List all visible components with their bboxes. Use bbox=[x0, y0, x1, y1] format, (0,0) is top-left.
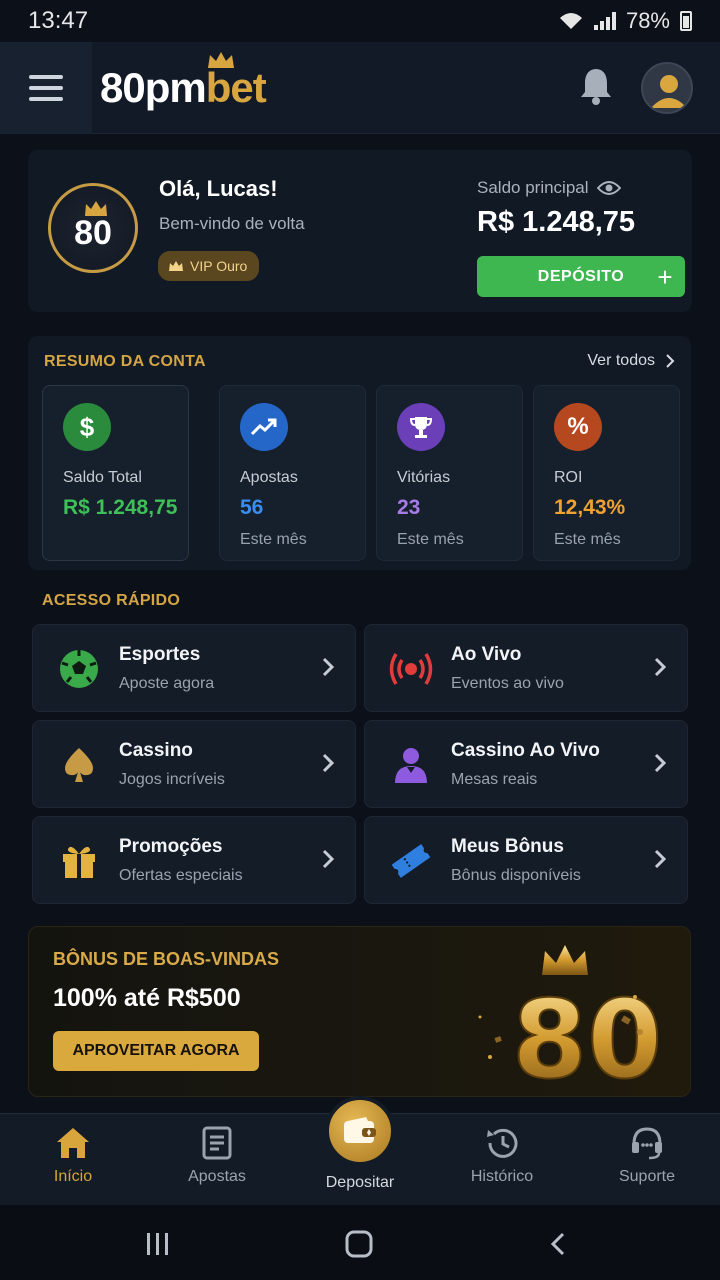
ticket-icon bbox=[389, 839, 433, 883]
summary-card-bets[interactable]: Apostas 56 Este mês bbox=[219, 385, 366, 561]
live-broadcast-icon bbox=[389, 647, 433, 691]
recent-apps-icon[interactable] bbox=[144, 1231, 172, 1257]
nav-history[interactable]: Histórico bbox=[442, 1126, 562, 1186]
eye-icon[interactable] bbox=[596, 180, 621, 196]
summary-card-wins[interactable]: Vitórias 23 Este mês bbox=[376, 385, 523, 561]
section-title: RESUMO DA CONTA bbox=[44, 353, 206, 370]
balance-value: R$ 1.248,75 bbox=[477, 206, 636, 238]
signal-icon bbox=[593, 12, 616, 30]
crown-icon bbox=[208, 52, 234, 68]
user-icon bbox=[651, 75, 687, 108]
greeting: Olá, Lucas! bbox=[159, 176, 278, 201]
notification-bell-icon[interactable] bbox=[578, 66, 614, 106]
profile-card: 80 Olá, Lucas! Bem-vindo de volta VIP Ou… bbox=[28, 150, 692, 312]
chevron-right-icon bbox=[654, 753, 667, 773]
summary-card-roi[interactable]: % ROI 12,43% Este mês bbox=[533, 385, 680, 561]
banner-title: BÔNUS DE BOAS-VINDAS bbox=[53, 949, 280, 969]
chevron-right-icon bbox=[322, 753, 335, 773]
status-time: 13:47 bbox=[28, 7, 89, 34]
dealer-icon bbox=[389, 743, 433, 787]
nav-home[interactable]: Início bbox=[13, 1126, 133, 1186]
battery-icon bbox=[680, 11, 692, 31]
crown-icon bbox=[85, 201, 107, 216]
home-button-icon[interactable] bbox=[344, 1229, 374, 1259]
quick-link-casino[interactable]: Cassino Jogos incríveis bbox=[32, 720, 356, 808]
level-badge: 80 bbox=[48, 183, 138, 273]
app-header: 80pmbet bbox=[0, 42, 720, 134]
welcome-text: Bem-vindo de volta bbox=[159, 214, 305, 233]
bottom-navigation: Início Apostas Depositar Histórico Supor… bbox=[0, 1096, 720, 1205]
quick-link-promotions[interactable]: Promoções Ofertas especiais bbox=[32, 816, 356, 904]
deposit-button[interactable]: DEPÓSITO + bbox=[477, 256, 685, 297]
status-bar: 13:47 78% bbox=[0, 0, 720, 42]
hamburger-icon bbox=[29, 75, 63, 79]
user-avatar[interactable] bbox=[641, 62, 693, 114]
bets-icon bbox=[202, 1126, 232, 1160]
chevron-right-icon bbox=[322, 657, 335, 677]
trophy-icon bbox=[397, 403, 445, 451]
balance-label: Saldo principal bbox=[477, 178, 621, 198]
support-headset-icon bbox=[632, 1127, 662, 1160]
quick-link-live-casino[interactable]: Cassino Ao Vivo Mesas reais bbox=[364, 720, 688, 808]
back-icon[interactable] bbox=[548, 1231, 568, 1257]
quick-link-my-bonus[interactable]: Meus Bônus Bônus disponíveis bbox=[364, 816, 688, 904]
chevron-right-icon bbox=[322, 849, 335, 869]
logo[interactable]: 80pmbet bbox=[100, 52, 267, 112]
gold-80-crown-image: 80 bbox=[478, 945, 660, 1087]
quick-link-live[interactable]: Ao Vivo Eventos ao vivo bbox=[364, 624, 688, 712]
nav-support[interactable]: Suporte bbox=[587, 1126, 707, 1186]
battery-percent: 78% bbox=[625, 8, 670, 33]
section-title: ACESSO RÁPIDO bbox=[42, 592, 181, 609]
chevron-right-icon bbox=[654, 849, 667, 869]
nav-deposit-label: Depositar bbox=[325, 1174, 395, 1191]
banner-headline: 100% até R$500 bbox=[53, 984, 241, 1012]
plus-icon: + bbox=[657, 262, 673, 292]
menu-button[interactable] bbox=[0, 42, 92, 134]
nav-deposit[interactable] bbox=[325, 1096, 395, 1166]
chevron-right-icon bbox=[666, 354, 675, 368]
trending-up-icon bbox=[240, 403, 288, 451]
percent-icon: % bbox=[554, 403, 602, 451]
dollar-icon: $ bbox=[63, 403, 111, 451]
system-navigation-bar bbox=[0, 1205, 720, 1280]
see-all-link[interactable]: Ver todos bbox=[587, 352, 675, 370]
quick-link-sports[interactable]: Esportes Aposte agora bbox=[32, 624, 356, 712]
nav-bets[interactable]: Apostas bbox=[157, 1126, 277, 1186]
chevron-right-icon bbox=[654, 657, 667, 677]
home-icon bbox=[57, 1128, 89, 1158]
summary-card-balance[interactable]: $ Saldo Total R$ 1.248,75 bbox=[42, 385, 189, 561]
wallet-icon bbox=[344, 1117, 376, 1143]
vip-badge: VIP Ouro bbox=[158, 251, 260, 281]
welcome-bonus-banner[interactable]: BÔNUS DE BOAS-VINDAS 100% até R$500 APRO… bbox=[28, 926, 691, 1097]
spade-icon bbox=[57, 743, 101, 787]
gift-icon bbox=[57, 839, 101, 883]
account-summary: RESUMO DA CONTA Ver todos $ Saldo Total … bbox=[28, 336, 691, 570]
wifi-icon bbox=[559, 13, 582, 29]
history-icon bbox=[487, 1128, 518, 1158]
soccer-ball-icon bbox=[57, 647, 101, 691]
crown-icon bbox=[169, 261, 183, 271]
claim-bonus-button[interactable]: APROVEITAR AGORA bbox=[53, 1031, 259, 1071]
